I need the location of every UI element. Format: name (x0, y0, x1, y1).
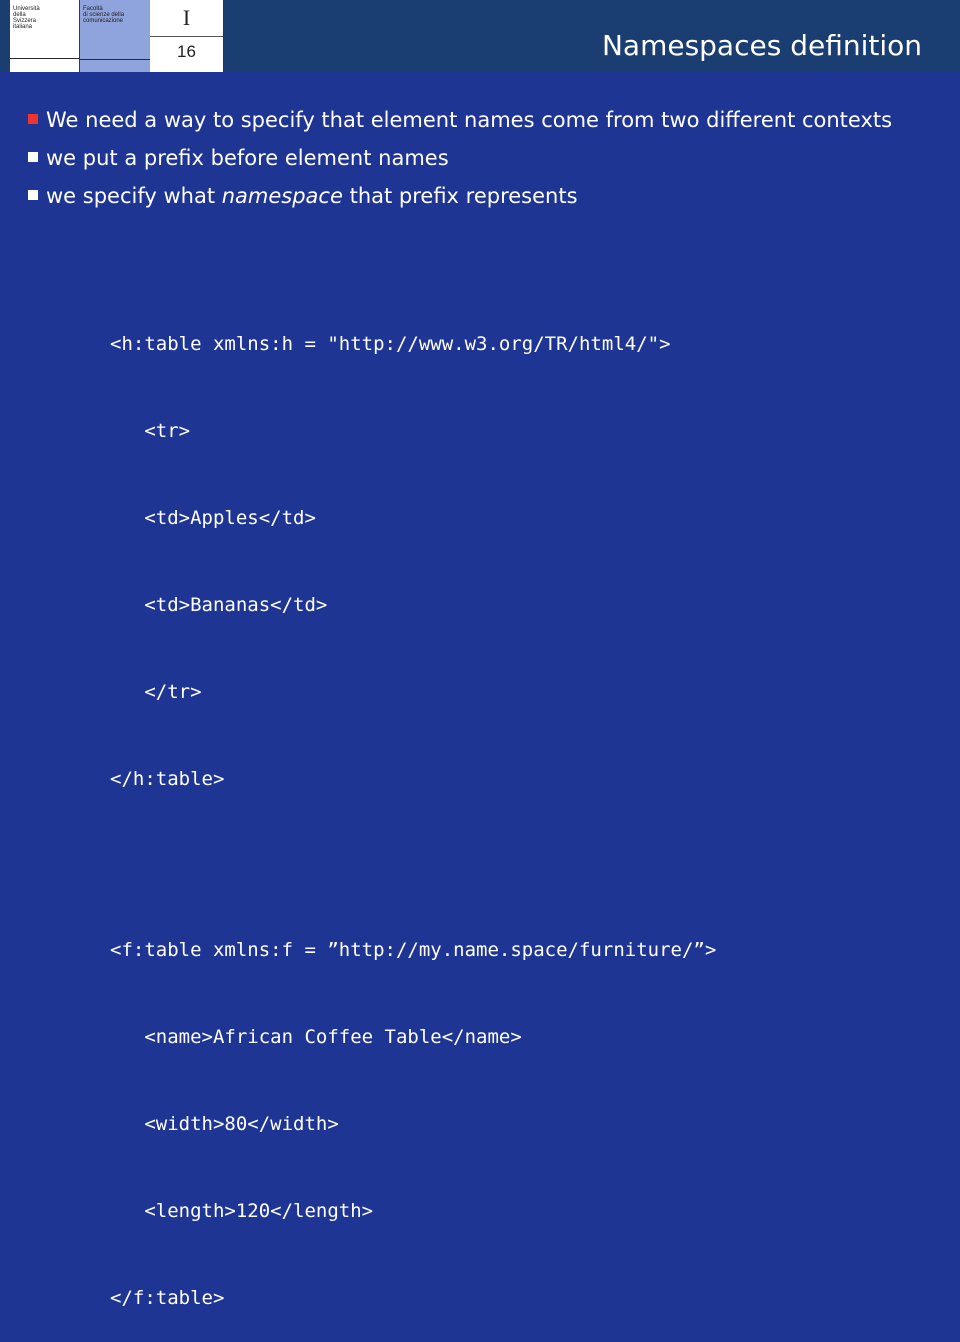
code-line: <length>120</length> (110, 1200, 374, 1222)
section-label: I (182, 5, 191, 30)
bullet-square-icon (28, 152, 38, 162)
slide-title: Namespaces definition (601, 29, 922, 62)
bullet-item: we specify what namespace that prefix re… (28, 180, 928, 212)
code-line: <td>Bananas</td> (110, 594, 328, 616)
code-line: </tr> (110, 681, 202, 703)
code-line: <width>80</width> (110, 1113, 339, 1135)
bullet-square-icon (28, 190, 38, 200)
code-line: <f:table xmlns:f = ”http://my.name.space… (110, 939, 717, 961)
slide-header: Università della Svizzera italiana Facol… (0, 0, 960, 72)
bullet-list: We need a way to specify that element na… (28, 104, 928, 218)
code-line: <h:table xmlns:h = "http://www.w3.org/TR… (110, 333, 671, 355)
code-line: <name>African Coffee Table</name> (110, 1026, 522, 1048)
bullet-item: We need a way to specify that element na… (28, 104, 928, 136)
bullet-square-icon (28, 114, 38, 124)
code-line: </f:table> (110, 1287, 225, 1309)
usi-logo-text: Università della Svizzera italiana (13, 6, 40, 30)
code-line: <td>Apples</td> (110, 507, 316, 529)
code-line: </h:table> (110, 768, 225, 790)
code-line: <tr> (110, 420, 191, 442)
slide-number: 16 (177, 42, 196, 61)
usi-logo: Università della Svizzera italiana (10, 0, 80, 72)
faculty-logo: Facoltà di scienze della comunicazione (80, 0, 150, 72)
code-example: <h:table xmlns:h = "http://www.w3.org/TR… (110, 272, 716, 1342)
slide-number-box: I 16 (150, 0, 224, 72)
faculty-logo-text: Facoltà di scienze della comunicazione (83, 6, 125, 24)
bullet-item: we put a prefix before element names (28, 142, 928, 174)
